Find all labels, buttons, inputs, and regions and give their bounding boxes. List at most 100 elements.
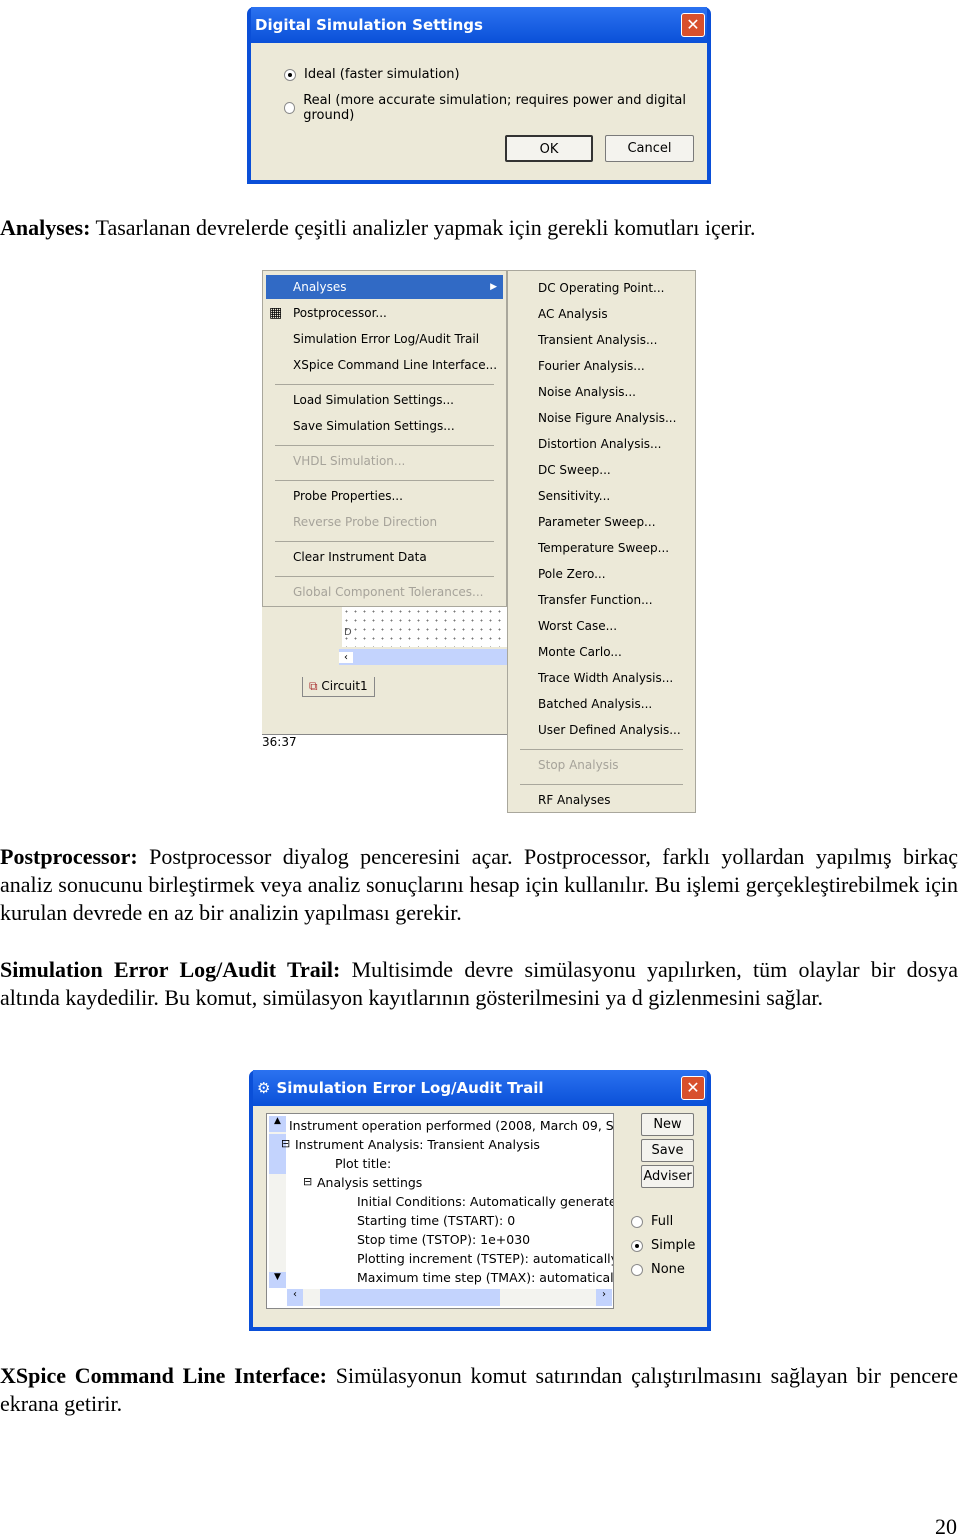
tree-node[interactable]: Starting time (TSTART): 0 [357,1213,515,1228]
menu-item[interactable]: Monte Carlo... [508,640,695,664]
menu-item[interactable]: User Defined Analysis... [508,718,695,742]
radio-real[interactable]: Real (more accurate simulation; requires… [284,93,707,123]
menu-item[interactable]: Sensitivity... [508,484,695,508]
menu-item[interactable]: Trace Width Analysis... [508,666,695,690]
menu-item-label: Stop Analysis [538,758,619,772]
menu-item-label: Postprocessor... [293,306,387,320]
menu-item-label: Worst Case... [538,619,618,633]
menu-item[interactable]: Simulation Error Log/Audit Trail [263,327,506,351]
menu-item[interactable]: Transfer Function... [508,588,695,612]
radio-label: None [651,1262,685,1277]
menu-item-label: AC Analysis [538,307,608,321]
menu-item-label: Save Simulation Settings... [293,419,455,433]
horizontal-scrollbar[interactable]: ‹ [339,649,507,665]
radio-ideal[interactable]: Ideal (faster simulation) [284,67,460,82]
calculator-icon: ▦ [269,305,283,321]
save-button[interactable]: Save [641,1139,694,1162]
collapse-icon[interactable]: ⊟ [281,1137,290,1150]
simulate-menu-screenshot: D ‹ ⧉ Circuit1 36:37 Analyses ▶ ▦ Postproce… [262,270,696,813]
menu-item-label: User Defined Analysis... [538,723,681,737]
radio-label: Simple [651,1238,696,1253]
text: Tasarlanan devrelerde çeşitli analizler … [90,215,756,240]
menu-item[interactable]: Reverse Probe Direction [263,510,506,534]
dialog-title: Simulation Error Log/Audit Trail [276,1079,544,1097]
log-tree[interactable]: ▲ ▼ Instrument operation performed (2008,… [266,1113,614,1309]
menu-item[interactable]: Transient Analysis... [508,328,695,352]
digital-simulation-settings-dialog: Digital Simulation Settings ✕ Ideal (fas… [247,7,711,184]
schematic-grid: D [342,607,507,647]
menu-item[interactable]: Pole Zero... [508,562,695,586]
cancel-button[interactable]: Cancel [605,135,694,162]
menu-item-label: Monte Carlo... [538,645,622,659]
dialog-title: Digital Simulation Settings [251,7,707,43]
menu-item[interactable]: ▦ Postprocessor... [263,301,506,325]
menu-item[interactable]: Parameter Sweep... [508,510,695,534]
horizontal-scrollbar[interactable]: ‹ › [287,1289,612,1306]
circuit-window: D ‹ ⧉ Circuit1 [262,607,507,735]
menu-item[interactable]: Load Simulation Settings... [263,388,506,412]
menu-item[interactable]: XSpice Command Line Interface... [263,353,506,377]
tree-node[interactable]: Instrument operation performed (2008, Ma… [289,1118,613,1133]
dialog-title-bar: ⚙ Simulation Error Log/Audit Trail [253,1070,707,1106]
menu-item-label: DC Operating Point... [538,281,665,295]
tree-node[interactable]: Instrument Analysis: Transient Analysis [295,1137,540,1152]
menu-item-label: Sensitivity... [538,489,611,503]
menu-separator [520,748,683,750]
radio-simple[interactable]: Simple [631,1238,695,1253]
menu-item-label: Trace Width Analysis... [538,671,674,685]
tab-circuit1[interactable]: ⧉ Circuit1 [302,677,375,697]
radio-none[interactable]: None [631,1262,685,1277]
radio-icon [631,1263,643,1276]
new-button[interactable]: New [641,1113,694,1136]
menu-item[interactable]: Noise Analysis... [508,380,695,404]
menu-item[interactable]: DC Sweep... [508,458,695,482]
menu-item[interactable]: Noise Figure Analysis... [508,406,695,430]
radio-label: Real (more accurate simulation; requires… [303,93,687,123]
close-icon[interactable]: ✕ [681,1076,705,1100]
paragraph-analyses: Analyses: Tasarlanan devrelerde çeşitli … [0,214,958,242]
menu-item[interactable]: Distortion Analysis... [508,432,695,456]
tree-node[interactable]: Plotting increment (TSTEP): automaticall… [357,1251,613,1266]
menu-item[interactable]: VHDL Simulation... [263,449,506,473]
radio-full[interactable]: Full [631,1214,673,1229]
tree-node[interactable]: Stop time (TSTOP): 1e+030 [357,1232,530,1247]
tree-node[interactable]: Initial Conditions: Automatically genera… [357,1194,613,1209]
paragraph-xspice: XSpice Command Line Interface: Simülasyo… [0,1362,958,1418]
menu-item[interactable]: Batched Analysis... [508,692,695,716]
menu-item-label: Temperature Sweep... [538,541,670,555]
tree-node[interactable]: Analysis settings [317,1175,422,1190]
menu-item-label: Global Component Tolerances... [293,585,484,599]
text: Postprocessor diyalog penceresini açar. … [0,844,958,925]
term: Simulation Error Log/Audit Trail: [0,957,341,982]
term: Postprocessor: [0,844,138,869]
menu-item[interactable]: AC Analysis [508,302,695,326]
menu-item[interactable]: Worst Case... [508,614,695,638]
menu-item[interactable]: Probe Properties... [263,484,506,508]
menu-item[interactable]: Save Simulation Settings... [263,414,506,438]
radio-icon [631,1239,643,1252]
radio-label: Full [651,1214,674,1229]
menu-separator [275,444,494,446]
ok-button[interactable]: OK [505,135,593,162]
menu-item[interactable]: Fourier Analysis... [508,354,695,378]
menu-item-label: XSpice Command Line Interface... [293,358,498,372]
menu-item-label: Reverse Probe Direction [293,515,438,529]
menu-item-label: Parameter Sweep... [538,515,656,529]
menu-item[interactable]: RF Analyses [508,788,695,812]
menu-item-label: DC Sweep... [538,463,611,477]
menu-item[interactable]: Temperature Sweep... [508,536,695,560]
scroll-left-icon[interactable]: ‹ [339,652,353,663]
collapse-icon[interactable]: ⊟ [303,1175,312,1188]
tree-node[interactable]: Plot title: [335,1156,391,1171]
paragraph-error-log: Simulation Error Log/Audit Trail: Multis… [0,956,958,1012]
tree-node[interactable]: Maximum time step (TMAX): automatically … [357,1270,613,1285]
menu-item[interactable]: Clear Instrument Data [263,545,506,569]
menu-item[interactable]: DC Operating Point... [508,276,695,300]
adviser-button[interactable]: Adviser [641,1165,694,1188]
close-icon[interactable]: ✕ [681,13,705,37]
menu-item[interactable]: Stop Analysis [508,753,695,777]
menu-item[interactable]: Analyses ▶ [266,275,503,299]
menu-separator [275,383,494,385]
error-log-dialog: ⚙ Simulation Error Log/Audit Trail ✕ ▲ ▼ I… [249,1070,711,1331]
menu-item[interactable]: Global Component Tolerances... [263,580,506,604]
